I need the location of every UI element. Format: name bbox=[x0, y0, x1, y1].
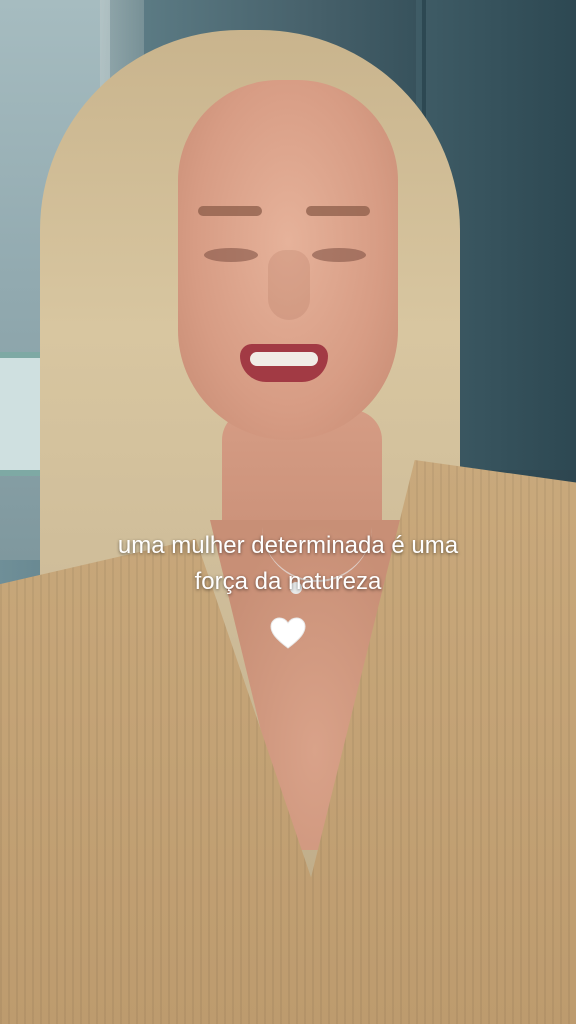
video-frame: uma mulher determinada é uma força da na… bbox=[0, 0, 576, 1024]
white-heart-icon bbox=[270, 617, 306, 649]
left-eyebrow bbox=[198, 206, 262, 216]
nose bbox=[268, 250, 310, 320]
caption-line-2: força da natureza bbox=[194, 568, 382, 595]
caption-overlay: uma mulher determinada é uma força da na… bbox=[0, 528, 576, 654]
left-eye bbox=[204, 248, 258, 262]
right-eyebrow bbox=[306, 206, 370, 216]
right-eye bbox=[312, 248, 366, 262]
caption-line-1: uma mulher determinada é uma bbox=[117, 532, 459, 559]
teeth bbox=[250, 352, 318, 366]
